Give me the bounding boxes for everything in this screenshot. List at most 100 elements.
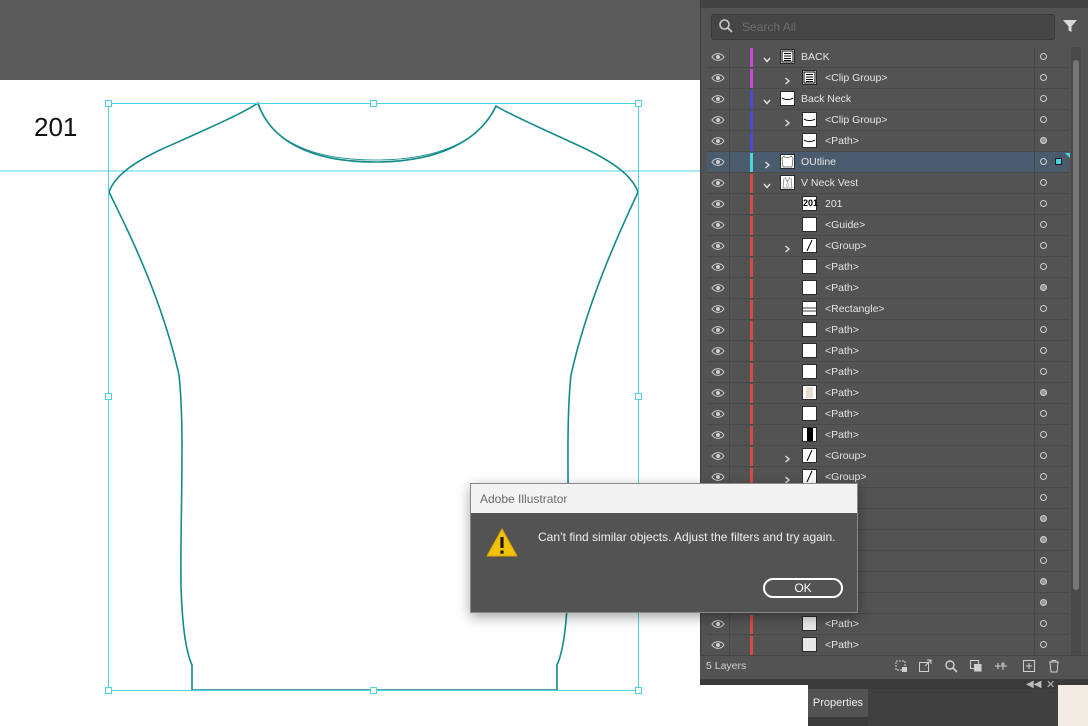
layer-name[interactable]: <Path> — [825, 345, 859, 357]
lock-column[interactable] — [729, 68, 730, 89]
visibility-eye-icon[interactable] — [711, 409, 725, 419]
layer-name[interactable]: <Group> — [825, 240, 866, 252]
visibility-eye-icon[interactable] — [711, 94, 725, 104]
filter-icon[interactable] — [1061, 17, 1079, 35]
visibility-eye-icon[interactable] — [711, 304, 725, 314]
target-circle-icon[interactable] — [1040, 578, 1047, 585]
layer-name[interactable]: <Group> — [825, 450, 866, 462]
target-circle-icon[interactable] — [1040, 74, 1047, 81]
ok-button[interactable]: OK — [763, 578, 843, 598]
layer-row[interactable]: BACK — [707, 47, 1069, 68]
lock-column[interactable] — [729, 425, 730, 446]
visibility-eye-icon[interactable] — [711, 52, 725, 62]
artwork-canvas[interactable] — [0, 0, 700, 726]
lock-column[interactable] — [729, 173, 730, 194]
layer-row[interactable]: <Rectangle> — [707, 299, 1069, 320]
layer-name[interactable]: <Guide> — [825, 219, 865, 231]
visibility-eye-icon[interactable] — [711, 346, 725, 356]
target-circle-icon[interactable] — [1040, 158, 1047, 165]
layer-row[interactable]: <Path> — [707, 614, 1069, 635]
lock-column[interactable] — [729, 383, 730, 404]
lock-column[interactable] — [729, 341, 730, 362]
layer-row[interactable]: Back Neck — [707, 89, 1069, 110]
visibility-eye-icon[interactable] — [711, 199, 725, 209]
visibility-eye-icon[interactable] — [711, 388, 725, 398]
layer-name[interactable]: <Group> — [825, 471, 866, 483]
target-circle-icon[interactable] — [1040, 452, 1047, 459]
lock-column[interactable] — [729, 47, 730, 68]
target-circle-icon[interactable] — [1040, 263, 1047, 270]
lock-column[interactable] — [729, 320, 730, 341]
target-circle-icon[interactable] — [1040, 431, 1047, 438]
layer-row[interactable]: <Path> — [707, 383, 1069, 404]
visibility-eye-icon[interactable] — [711, 640, 725, 650]
lock-column[interactable] — [729, 362, 730, 383]
chevron-right-icon[interactable] — [782, 115, 792, 127]
chevron-right-icon[interactable] — [782, 241, 792, 253]
layer-name[interactable]: <Path> — [825, 387, 859, 399]
chevron-right-icon[interactable] — [782, 451, 792, 463]
layer-name[interactable]: OUtline — [801, 156, 836, 168]
layer-name[interactable]: <Clip Group> — [825, 114, 887, 126]
visibility-eye-icon[interactable] — [711, 619, 725, 629]
target-circle-icon[interactable] — [1040, 641, 1047, 648]
visibility-eye-icon[interactable] — [711, 451, 725, 461]
target-circle-icon[interactable] — [1040, 53, 1047, 60]
layer-row[interactable]: <Clip Group> — [707, 68, 1069, 89]
layer-row[interactable]: V Neck Vest — [707, 173, 1069, 194]
export-icon[interactable] — [918, 659, 932, 673]
lock-column[interactable] — [729, 635, 730, 656]
target-circle-icon[interactable] — [1040, 557, 1047, 564]
layer-name[interactable]: <Path> — [825, 408, 859, 420]
lock-column[interactable] — [729, 278, 730, 299]
layer-name[interactable]: V Neck Vest — [801, 177, 858, 189]
locate-object-icon[interactable] — [944, 659, 958, 673]
target-circle-icon[interactable] — [1040, 95, 1047, 102]
lock-column[interactable] — [729, 446, 730, 467]
layer-row[interactable]: <Path> — [707, 320, 1069, 341]
layer-row[interactable]: <Path> — [707, 131, 1069, 152]
chevron-down-icon[interactable] — [762, 94, 772, 105]
selection-indicator[interactable] — [1055, 158, 1062, 165]
lock-column[interactable] — [729, 215, 730, 236]
visibility-eye-icon[interactable] — [711, 283, 725, 293]
make-clipping-mask-icon[interactable] — [969, 659, 983, 673]
layer-row[interactable]: <Path> — [707, 425, 1069, 446]
visibility-eye-icon[interactable] — [711, 136, 725, 146]
visibility-eye-icon[interactable] — [711, 178, 725, 188]
tab-properties[interactable]: Properties — [808, 689, 868, 717]
layer-name[interactable]: 201 — [825, 198, 843, 210]
layer-row[interactable]: <Path> — [707, 278, 1069, 299]
layer-row[interactable]: <Clip Group> — [707, 110, 1069, 131]
layer-name[interactable]: <Rectangle> — [825, 303, 885, 315]
lock-column[interactable] — [729, 110, 730, 131]
target-circle-icon[interactable] — [1040, 410, 1047, 417]
layer-row[interactable]: <Path> — [707, 257, 1069, 278]
target-circle-icon[interactable] — [1040, 515, 1047, 522]
target-circle-icon[interactable] — [1040, 368, 1047, 375]
visibility-eye-icon[interactable] — [711, 367, 725, 377]
visibility-eye-icon[interactable] — [711, 220, 725, 230]
lock-column[interactable] — [729, 257, 730, 278]
collapse-panel-icon[interactable]: ◀◀ — [1026, 679, 1041, 690]
layer-row[interactable]: <Path> — [707, 404, 1069, 425]
layers-scrollbar-thumb[interactable] — [1073, 60, 1079, 590]
visibility-eye-icon[interactable] — [711, 472, 725, 482]
layer-name[interactable]: <Path> — [825, 261, 859, 273]
visibility-eye-icon[interactable] — [711, 157, 725, 167]
layer-name[interactable]: <Clip Group> — [825, 72, 887, 84]
visibility-eye-icon[interactable] — [711, 430, 725, 440]
create-new-layer-icon[interactable] — [1022, 659, 1036, 673]
target-circle-icon[interactable] — [1040, 326, 1047, 333]
visibility-eye-icon[interactable] — [711, 115, 725, 125]
target-circle-icon[interactable] — [1040, 284, 1047, 291]
collect-for-export-icon[interactable] — [894, 659, 908, 673]
layer-name[interactable]: Back Neck — [801, 93, 851, 105]
layer-row[interactable]: <Path> — [707, 362, 1069, 383]
layer-row[interactable]: <Guide> — [707, 215, 1069, 236]
layer-name[interactable]: <Path> — [825, 618, 859, 630]
layer-name[interactable]: <Path> — [825, 324, 859, 336]
target-circle-icon[interactable] — [1040, 494, 1047, 501]
chevron-down-icon[interactable] — [762, 52, 772, 63]
target-circle-icon[interactable] — [1040, 242, 1047, 249]
